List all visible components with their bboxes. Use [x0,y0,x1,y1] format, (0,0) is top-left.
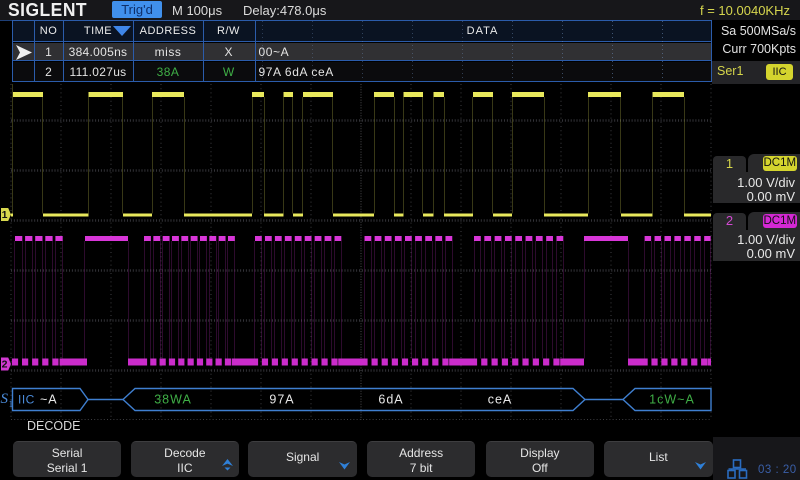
svg-text:1: 1 [2,209,8,221]
svg-text:ceA: ceA [488,393,513,407]
svg-text:2: 2 [2,359,8,371]
svg-text:~A: ~A [40,393,58,407]
svg-text:1: 1 [9,400,14,410]
svg-text:97A: 97A [269,393,294,407]
svg-text:IIC: IIC [18,393,35,407]
svg-text:6dA: 6dA [378,393,403,407]
svg-text:38WA: 38WA [154,393,192,407]
svg-text:S: S [1,391,9,407]
svg-text:1cW~A: 1cW~A [649,393,695,407]
